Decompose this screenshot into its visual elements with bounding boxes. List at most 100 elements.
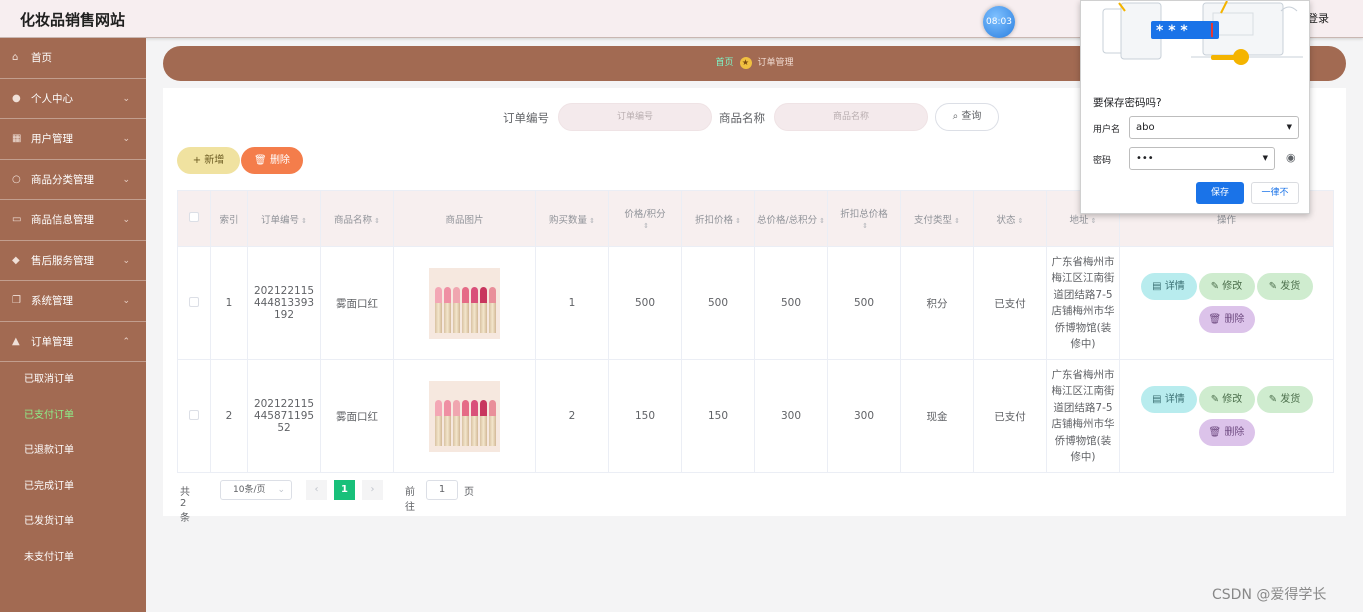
sort-icon[interactable]: ⇕	[643, 222, 649, 230]
cell-order-no: 20212211544587119552	[247, 359, 321, 473]
col-status[interactable]: 状态 ⇕	[973, 190, 1047, 247]
goods-icon: ▭	[12, 214, 22, 225]
sort-icon[interactable]: ⇕	[1091, 217, 1097, 225]
page-unit-label: 页	[464, 487, 474, 498]
pencil-icon: ✎	[1268, 394, 1278, 405]
breadcrumb-current: 订单管理	[757, 58, 794, 68]
cell-address: 广东省梅州市梅江区江南街道团结路7-5店铺梅州市华侨博物馆(装修中)	[1046, 359, 1120, 473]
edit-button[interactable]: ✎ 修改	[1198, 386, 1255, 413]
col-discount-price[interactable]: 折扣价格 ⇕	[681, 190, 755, 247]
eye-icon[interactable]: ◉	[1286, 151, 1296, 164]
col-goods-name[interactable]: 商品名称 ⇕	[320, 190, 394, 247]
sort-icon[interactable]: ⇕	[819, 217, 825, 225]
password-select[interactable]: ••• ▼	[1129, 147, 1275, 170]
home-icon: ⌂	[12, 52, 19, 63]
col-order-no[interactable]: 订单编号 ⇕	[247, 190, 321, 247]
row-select-cell[interactable]	[177, 359, 211, 473]
password-value: •••	[1136, 153, 1154, 164]
breadcrumb-home[interactable]: 首页	[715, 58, 733, 68]
cell-goods-image	[393, 246, 536, 360]
trash-icon: 🗑︎	[1208, 427, 1222, 438]
chevron-down-icon: ⌄	[277, 485, 285, 495]
cell-price: 150	[608, 359, 682, 473]
delete-button[interactable]: 🗑︎ 删除	[1198, 306, 1255, 333]
sort-icon[interactable]: ⇕	[374, 217, 380, 225]
sort-icon[interactable]: ⇕	[954, 217, 960, 225]
prev-page-button[interactable]: ‹	[306, 480, 327, 500]
trash-icon: 🗑︎	[1208, 314, 1222, 325]
sidebar-item-user-management[interactable]: ▦ 用户管理 ⌄	[0, 119, 146, 160]
login-link[interactable]: 登录	[1307, 10, 1329, 26]
sidebar-item-system[interactable]: ❐ 系统管理 ⌄	[0, 281, 146, 322]
page-size-select[interactable]: 10条/页 ⌄	[220, 480, 292, 500]
chevron-down-icon: ⌄	[122, 134, 130, 144]
delete-button[interactable]: 🗑︎ 删除	[1198, 419, 1255, 446]
sidebar-subitem-paid[interactable]: 已支付订单	[0, 398, 146, 434]
delete-button-label: 删除	[1224, 427, 1245, 438]
sidebar-item-goods-management[interactable]: ▭ 商品信息管理 ⌄	[0, 200, 146, 241]
sort-icon[interactable]: ⇕	[1018, 217, 1024, 225]
cell-price: 500	[608, 246, 682, 360]
cell-address: 广东省梅州市梅江区江南街道团结路7-5店铺梅州市华侨博物馆(装修中)	[1046, 246, 1120, 360]
select-all-checkbox[interactable]	[189, 212, 199, 222]
row-checkbox[interactable]	[189, 296, 199, 307]
col-quantity[interactable]: 购买数量 ⇕	[535, 190, 609, 247]
sidebar-item-label: 商品分类管理	[31, 173, 94, 186]
lipstick-product-image[interactable]	[429, 267, 500, 339]
chevron-down-icon: ⌄	[122, 255, 130, 266]
save-password-button[interactable]: 保存	[1196, 182, 1244, 204]
row-checkbox[interactable]	[189, 409, 199, 420]
current-page-button[interactable]: 1	[334, 480, 355, 500]
sidebar-item-order-management[interactable]: ▲ 订单管理 ⌃	[0, 322, 146, 362]
col-order-no-label: 订单编号	[261, 214, 300, 226]
select-all-cell[interactable]	[177, 190, 211, 247]
sidebar-subitem-unpaid[interactable]: 未支付订单	[0, 540, 146, 576]
cell-goods-name: 雾面口红	[320, 246, 394, 360]
detail-button[interactable]: ▤ 详情	[1140, 386, 1197, 413]
cell-status: 已支付	[973, 246, 1047, 360]
sort-icon[interactable]: ⇕	[301, 217, 307, 225]
trash-icon: 🗑︎	[254, 155, 267, 166]
col-pay-type[interactable]: 支付类型 ⇕	[900, 190, 974, 247]
never-save-button[interactable]: 一律不	[1251, 182, 1299, 204]
edit-button[interactable]: ✎ 修改	[1198, 273, 1255, 300]
chevron-up-icon: ⌃	[122, 336, 130, 347]
order-icon: ▲	[12, 335, 20, 347]
search-icon: ⌕	[952, 111, 959, 122]
goto-label: 前往	[405, 487, 415, 513]
sort-icon[interactable]: ⇕	[589, 217, 595, 225]
add-button[interactable]: + 新增	[177, 147, 240, 174]
ship-button[interactable]: ✎ 发货	[1256, 386, 1313, 413]
col-total[interactable]: 总价格/总积分 ⇕	[754, 190, 828, 247]
next-page-button[interactable]: ›	[362, 480, 383, 500]
col-discount-total[interactable]: 折扣总价格 ⇕	[827, 190, 901, 247]
sidebar-item-label: 系统管理	[31, 295, 73, 307]
query-button-label: 查询	[961, 111, 982, 122]
sidebar-item-personal-center[interactable]: ● 个人中心 ⌄	[0, 79, 146, 119]
goto-page-input[interactable]: 1	[426, 480, 458, 500]
batch-delete-button[interactable]: 🗑︎ 删除	[241, 147, 303, 174]
sort-icon[interactable]: ⇕	[862, 222, 868, 230]
cell-status: 已支付	[973, 359, 1047, 473]
sidebar-subitem-refunded[interactable]: 已退款订单	[0, 433, 146, 469]
page-size-value: 10条/页	[233, 485, 266, 495]
query-button[interactable]: ⌕ 查询	[935, 103, 999, 131]
sidebar-item-category-management[interactable]: ○ 商品分类管理 ⌄	[0, 160, 146, 200]
col-price[interactable]: 价格/积分 ⇕	[608, 190, 682, 247]
detail-button[interactable]: ▤ 详情	[1140, 273, 1197, 300]
sidebar-subitem-shipped[interactable]: 已发货订单	[0, 504, 146, 540]
document-icon: ▤	[1152, 281, 1162, 292]
sidebar-subitem-cancelled[interactable]: 已取消订单	[0, 362, 146, 398]
chevron-left-icon: ‹	[314, 484, 319, 495]
order-no-input[interactable]: 订单编号	[558, 103, 712, 131]
sidebar-item-after-sales[interactable]: ◆ 售后服务管理 ⌄	[0, 241, 146, 281]
sidebar-subitem-completed[interactable]: 已完成订单	[0, 469, 146, 505]
ship-button[interactable]: ✎ 发货	[1256, 273, 1313, 300]
floating-clock[interactable]: 08:03	[983, 6, 1015, 38]
sidebar-item-home[interactable]: ⌂ 首页	[0, 38, 146, 79]
row-select-cell[interactable]	[177, 246, 211, 360]
sort-icon[interactable]: ⇕	[735, 217, 741, 225]
goods-name-input[interactable]: 商品名称	[774, 103, 928, 131]
lipstick-product-image[interactable]	[429, 380, 500, 452]
username-select[interactable]: abo ▼	[1129, 116, 1299, 139]
